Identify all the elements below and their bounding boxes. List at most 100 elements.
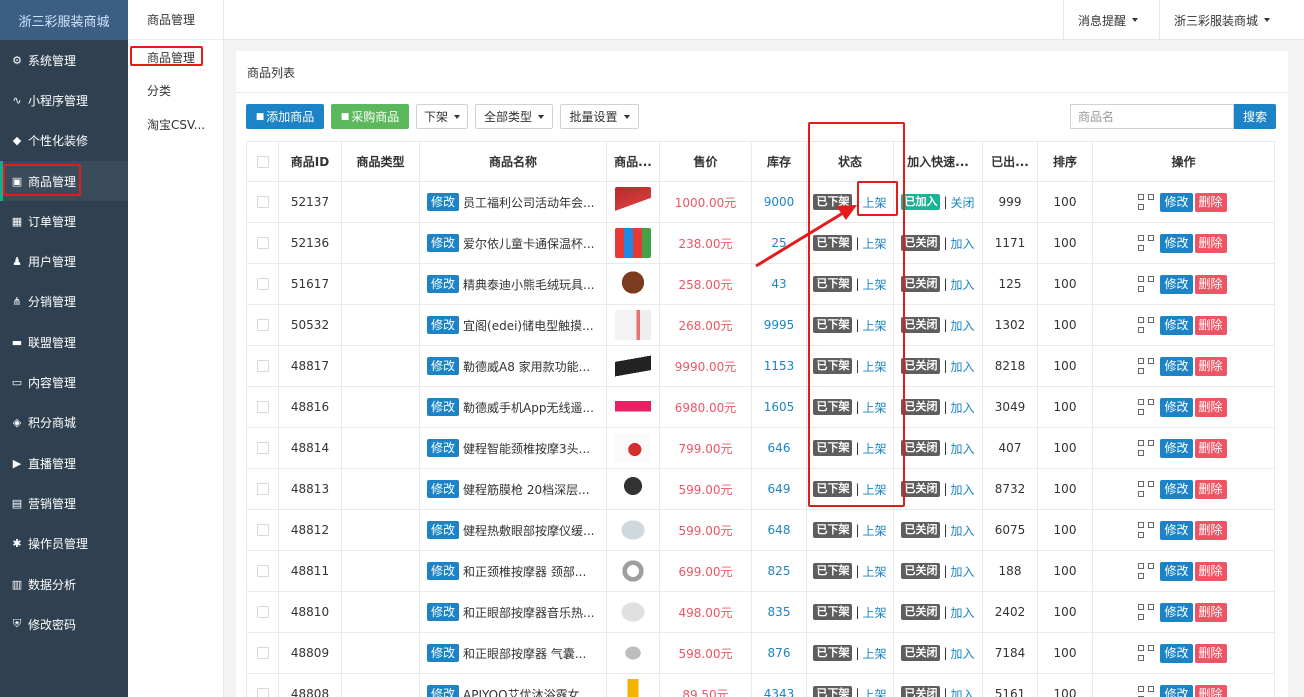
brand-title[interactable]: 浙三彩服装商城 — [0, 0, 128, 40]
onshelf-link[interactable]: 上架 — [863, 563, 887, 580]
product-name[interactable]: 健程智能颈椎按摩3头... — [463, 440, 590, 457]
batch-settings-dropdown[interactable]: 批量设置 — [560, 104, 639, 129]
row-checkbox[interactable] — [256, 442, 269, 454]
delete-button[interactable]: 删除 — [1194, 684, 1227, 697]
edit-button[interactable]: 修改 — [1160, 274, 1193, 294]
onshelf-link[interactable]: 上架 — [863, 317, 887, 334]
sidebar-item-11[interactable]: ▤ 营销管理 — [0, 483, 128, 523]
submenu-item-taobao-csv[interactable]: 淘宝CSV... — [128, 107, 224, 141]
edit-name-tag[interactable]: 修改 — [427, 521, 460, 539]
product-stock[interactable]: 1605 — [764, 400, 795, 414]
product-stock[interactable]: 646 — [768, 441, 791, 455]
edit-button[interactable]: 修改 — [1160, 561, 1193, 581]
product-stock[interactable]: 25 — [771, 236, 786, 250]
qrcode-icon[interactable] — [1138, 604, 1155, 620]
product-stock[interactable]: 43 — [771, 277, 786, 291]
row-checkbox[interactable] — [256, 688, 269, 697]
onshelf-link[interactable]: 上架 — [863, 522, 887, 539]
edit-button[interactable]: 修改 — [1160, 397, 1193, 417]
sidebar-item-13[interactable]: ▥ 数据分析 — [0, 564, 128, 604]
qrcode-icon[interactable] — [1138, 235, 1155, 251]
sidebar-item-10[interactable]: ▶ 直播管理 — [0, 443, 128, 483]
product-name[interactable]: 员工福利公司活动年会... — [463, 194, 594, 211]
add-product-button[interactable]: ■ 添加商品 — [246, 104, 324, 129]
all-types-dropdown[interactable]: 全部类型 — [475, 104, 553, 129]
quick-buy-join-link[interactable]: 加入 — [951, 604, 975, 621]
product-stock[interactable]: 9000 — [764, 195, 795, 209]
quick-buy-join-link[interactable]: 加入 — [951, 440, 975, 457]
onshelf-link[interactable]: 上架 — [863, 276, 887, 293]
product-name[interactable]: 和正颈椎按摩器 颈部... — [463, 563, 586, 580]
sidebar-item-7[interactable]: ▬ 联盟管理 — [0, 322, 128, 362]
delete-button[interactable]: 删除 — [1194, 315, 1227, 335]
row-checkbox[interactable] — [256, 237, 269, 249]
product-stock[interactable]: 825 — [768, 564, 791, 578]
edit-name-tag[interactable]: 修改 — [427, 644, 460, 662]
row-checkbox[interactable] — [256, 196, 269, 208]
edit-button[interactable]: 修改 — [1160, 438, 1193, 458]
row-checkbox[interactable] — [256, 606, 269, 618]
qrcode-icon[interactable] — [1138, 194, 1155, 210]
quick-buy-join-link[interactable]: 加入 — [951, 235, 975, 252]
qrcode-icon[interactable] — [1138, 686, 1155, 697]
onshelf-link[interactable]: 上架 — [863, 686, 887, 697]
purchase-product-button[interactable]: ■ 采购商品 — [331, 104, 409, 129]
product-name[interactable]: 勒德威A8 家用款功能... — [463, 358, 590, 375]
row-checkbox[interactable] — [256, 319, 269, 331]
sidebar-item-9[interactable]: ◈ 积分商城 — [0, 403, 128, 443]
product-stock[interactable]: 648 — [768, 523, 791, 537]
quick-buy-join-link[interactable]: 加入 — [951, 317, 975, 334]
delete-button[interactable]: 删除 — [1194, 233, 1227, 253]
qrcode-icon[interactable] — [1138, 317, 1155, 333]
quick-buy-join-link[interactable]: 加入 — [951, 358, 975, 375]
delete-button[interactable]: 删除 — [1194, 479, 1227, 499]
product-stock[interactable]: 835 — [768, 605, 791, 619]
product-name[interactable]: 精典泰迪小熊毛绒玩具... — [463, 276, 594, 293]
edit-name-tag[interactable]: 修改 — [427, 357, 460, 375]
product-name[interactable]: 宜阁(edei)储电型触摸... — [463, 317, 594, 334]
product-stock[interactable]: 1153 — [764, 359, 795, 373]
edit-button[interactable]: 修改 — [1160, 643, 1193, 663]
qrcode-icon[interactable] — [1138, 399, 1155, 415]
notifications-dropdown[interactable]: 消息提醒 — [1063, 0, 1159, 40]
onshelf-link[interactable]: 上架 — [863, 235, 887, 252]
qrcode-icon[interactable] — [1138, 276, 1155, 292]
product-name[interactable]: 爱尔依儿童卡通保温杯... — [463, 235, 594, 252]
edit-button[interactable]: 修改 — [1160, 192, 1193, 212]
product-name[interactable]: 和正眼部按摩器音乐热... — [463, 604, 594, 621]
qrcode-icon[interactable] — [1138, 481, 1155, 497]
quick-buy-join-link[interactable]: 加入 — [951, 481, 975, 498]
onshelf-link[interactable]: 上架 — [863, 358, 887, 375]
qrcode-icon[interactable] — [1138, 563, 1155, 579]
offshelf-dropdown[interactable]: 下架 — [416, 104, 468, 129]
product-name[interactable]: 健程筋膜枪 20档深层... — [463, 481, 590, 498]
search-button[interactable]: 搜索 — [1234, 104, 1276, 129]
sidebar-item-1[interactable]: ∿ 小程序管理 — [0, 80, 128, 120]
qrcode-icon[interactable] — [1138, 645, 1155, 661]
delete-button[interactable]: 删除 — [1194, 602, 1227, 622]
row-checkbox[interactable] — [256, 524, 269, 536]
delete-button[interactable]: 删除 — [1194, 438, 1227, 458]
search-input[interactable]: 商品名 — [1070, 104, 1234, 129]
edit-name-tag[interactable]: 修改 — [427, 562, 460, 580]
edit-button[interactable]: 修改 — [1160, 602, 1193, 622]
sidebar-item-2[interactable]: ◆ 个性化装修 — [0, 121, 128, 161]
sidebar-item-14[interactable]: ⛨ 修改密码 — [0, 604, 128, 644]
edit-button[interactable]: 修改 — [1160, 479, 1193, 499]
edit-button[interactable]: 修改 — [1160, 520, 1193, 540]
delete-button[interactable]: 删除 — [1194, 274, 1227, 294]
submenu-item-category[interactable]: 分类 — [128, 73, 224, 107]
quick-buy-join-link[interactable]: 加入 — [951, 563, 975, 580]
edit-name-tag[interactable]: 修改 — [427, 439, 460, 457]
sidebar-item-8[interactable]: ▭ 内容管理 — [0, 362, 128, 402]
sidebar-item-6[interactable]: ⋔ 分销管理 — [0, 282, 128, 322]
product-stock[interactable]: 649 — [768, 482, 791, 496]
column-header[interactable] — [246, 142, 279, 181]
onshelf-link[interactable]: 上架 — [863, 399, 887, 416]
row-checkbox[interactable] — [256, 647, 269, 659]
submenu-item-product-manage[interactable]: 商品管理 — [128, 40, 223, 74]
sidebar-item-5[interactable]: ♟ 用户管理 — [0, 241, 128, 281]
onshelf-link[interactable]: 上架 — [863, 645, 887, 662]
edit-name-tag[interactable]: 修改 — [427, 480, 460, 498]
row-checkbox[interactable] — [256, 565, 269, 577]
